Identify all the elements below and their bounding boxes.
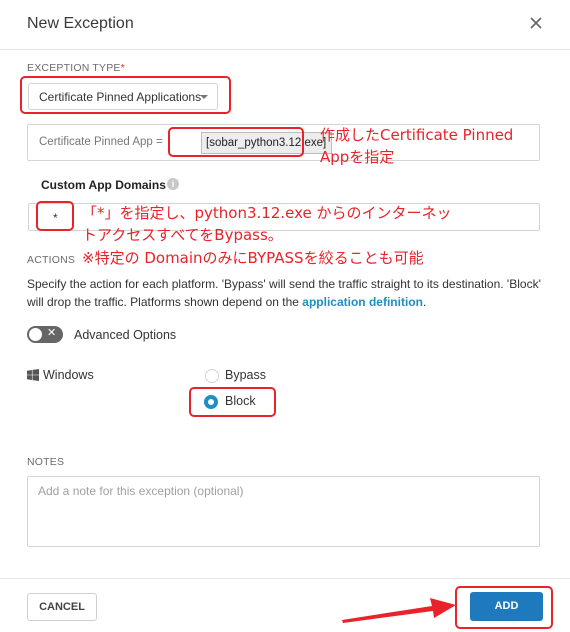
- required-mark: *: [120, 62, 125, 74]
- application-definition-link[interactable]: application definition: [302, 295, 423, 309]
- close-icon[interactable]: [526, 13, 546, 33]
- bypass-radio[interactable]: [205, 369, 219, 383]
- actions-label: ACTIONS: [27, 254, 76, 266]
- arrow-right-icon: [342, 598, 456, 623]
- windows-icon: [27, 368, 39, 381]
- annotation-app-line2: Appを指定: [320, 148, 395, 166]
- certificate-pinned-app-label: Certificate Pinned App =: [39, 136, 163, 148]
- actions-description: Specify the action for each platform. 'B…: [27, 277, 541, 309]
- cancel-button[interactable]: CANCEL: [27, 593, 97, 621]
- custom-app-domains-label: Custom App Domains: [41, 178, 166, 192]
- block-highlight: [189, 387, 276, 417]
- annotation-domain-line1: 「*」を指定し、python3.12.exe からのインターネッ: [82, 204, 452, 222]
- annotation-app-line1: 作成したCertificate Pinned: [320, 126, 514, 144]
- dialog-title: New Exception: [27, 15, 134, 32]
- annotation-domain-line3: ※特定の DomainのみにBYPASSを絞ることも可能: [82, 249, 424, 267]
- toggle-off-icon: ✕: [47, 327, 57, 339]
- exception-type-highlight: [20, 76, 231, 114]
- domain-value-highlight: [36, 201, 74, 231]
- platform-windows-label: Windows: [43, 368, 94, 382]
- notes-label: NOTES: [27, 456, 65, 468]
- info-icon[interactable]: i: [167, 178, 179, 190]
- bypass-label[interactable]: Bypass: [225, 368, 266, 382]
- toggle-knob: [29, 328, 42, 341]
- notes-placeholder: Add a note for this exception (optional): [38, 484, 244, 498]
- exception-type-label: EXCEPTION TYPE*: [27, 62, 125, 74]
- advanced-options-label: Advanced Options: [74, 328, 177, 342]
- annotation-domain-line2: トアクセスすべてをBypass。: [82, 226, 283, 244]
- app-value-highlight: [168, 127, 304, 157]
- add-button-highlight: [455, 586, 553, 629]
